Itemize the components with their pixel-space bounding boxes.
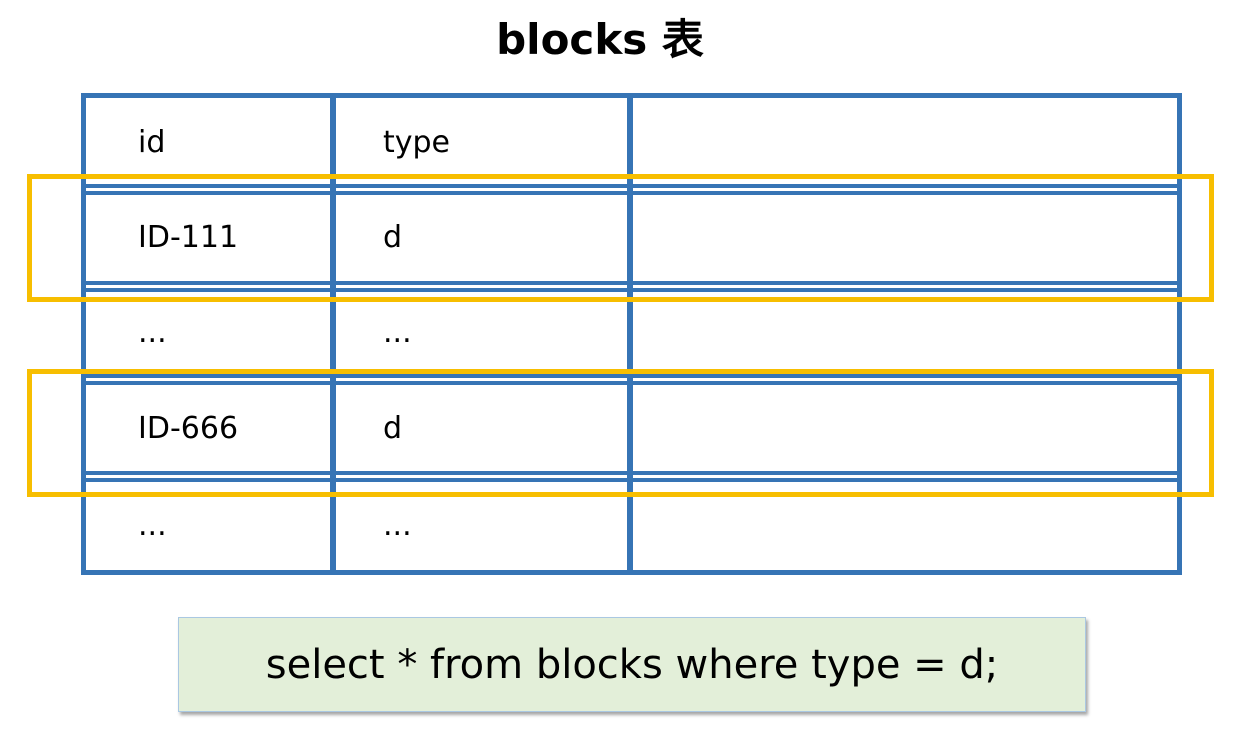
header-id: id	[138, 125, 166, 160]
row-2-type: ...	[383, 315, 412, 350]
sql-query-box: select * from blocks where type = d;	[178, 617, 1086, 712]
sql-query-text: select * from blocks where type = d;	[265, 641, 999, 688]
column-divider-1	[330, 93, 336, 575]
highlight-row-3	[27, 369, 1214, 497]
row-4-type: ...	[383, 508, 412, 543]
table-border-right	[1177, 93, 1182, 575]
table-border-left	[81, 93, 86, 575]
header-type: type	[383, 125, 451, 160]
table-title: blocks 表	[496, 15, 704, 64]
row-2-id: ...	[138, 315, 167, 350]
column-divider-2	[627, 93, 633, 575]
highlight-row-1	[27, 174, 1214, 302]
row-4-id: ...	[138, 508, 167, 543]
